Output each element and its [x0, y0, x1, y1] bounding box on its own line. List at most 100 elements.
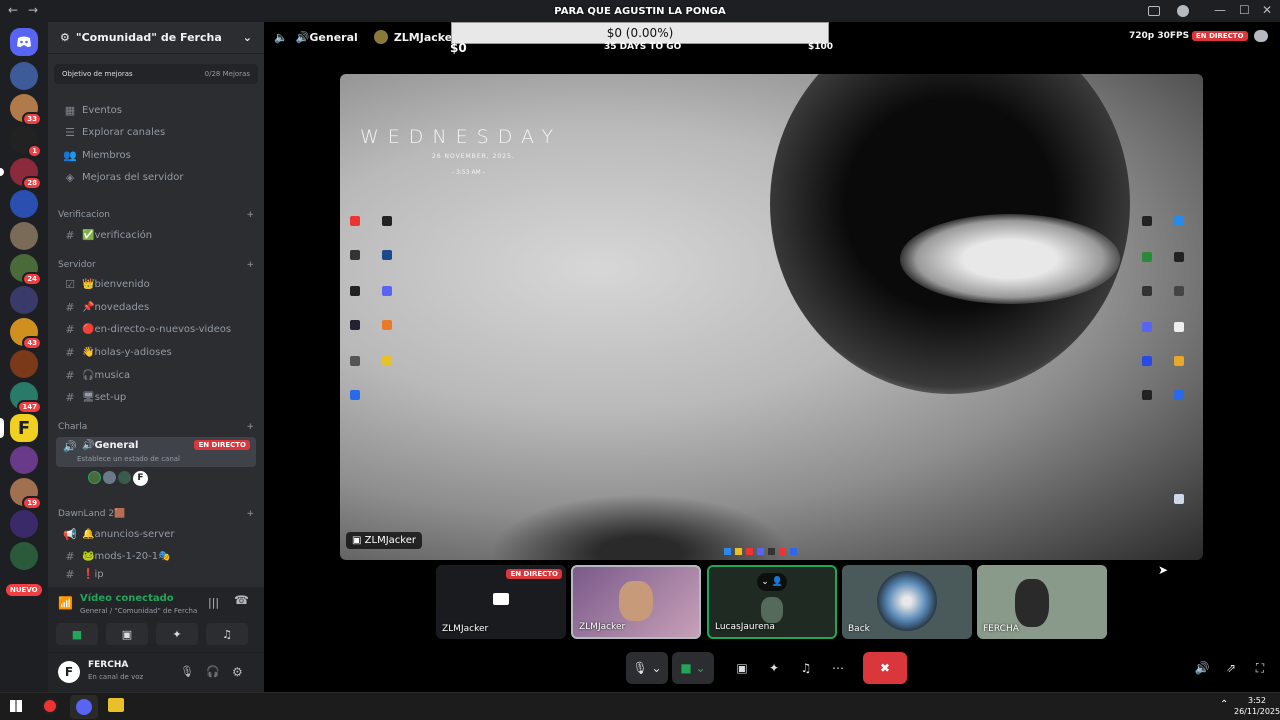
server-icon[interactable]	[10, 510, 38, 538]
goal-progress-bar: $0 (0.00%)	[451, 22, 829, 44]
server-icon[interactable]: 28	[10, 158, 42, 190]
taskbar-app-icon	[768, 548, 775, 555]
forward-arrow-icon[interactable]: →	[28, 3, 38, 17]
activities-button[interactable]: ✦	[762, 652, 786, 684]
channel-setup[interactable]: # 🖥set-up	[56, 387, 256, 407]
pop-out-icon[interactable]: ⇗	[1219, 652, 1243, 684]
screen-share-view[interactable]: WEDNESDAY 26 NOVEMBER, 2025. - 3:53 AM -	[340, 74, 1203, 560]
menu-browse-channels[interactable]: ☰ Explorar canales	[56, 122, 256, 142]
participant-avatar[interactable]	[88, 471, 101, 484]
hash-icon: #	[65, 345, 75, 359]
server-icon[interactable]	[10, 446, 38, 474]
desktop-app-icon	[350, 390, 360, 400]
close-button[interactable]: ✕	[1262, 3, 1272, 17]
settings-gear-icon[interactable]: ⚙	[232, 665, 243, 679]
server-icon[interactable]: 33	[10, 94, 42, 126]
discord-home-icon[interactable]	[10, 28, 38, 56]
add-channel-icon[interactable]: +	[246, 422, 254, 432]
participant-video	[761, 597, 783, 623]
clock-date[interactable]: 26/11/2025	[1234, 707, 1280, 716]
channel-anuncios[interactable]: 📢 🔔anuncios-server	[56, 524, 256, 544]
server-icon[interactable]	[10, 350, 38, 378]
server-icon[interactable]: 24	[10, 254, 42, 286]
more-options-icon[interactable]: ⋯	[826, 652, 850, 684]
menu-members[interactable]: 👥 Miembros	[56, 145, 256, 165]
participant-tile-stream[interactable]: EN DIRECTO ZLMJacker	[436, 565, 566, 639]
server-icon[interactable]: 1	[10, 126, 42, 158]
mute-toggle-button[interactable]: 🎙 ⌄	[626, 652, 668, 684]
camera-toggle-button[interactable]: ■ ⌄	[672, 652, 714, 684]
category-charla[interactable]: Charla +	[58, 422, 254, 432]
clock-time[interactable]: 3:52	[1248, 696, 1266, 705]
file-explorer-icon[interactable]	[108, 698, 124, 712]
minimize-button[interactable]: —	[1214, 3, 1226, 17]
category-verificacion[interactable]: Verificacion +	[58, 210, 254, 220]
boost-goal-bar[interactable]: Objetivo de mejoras 0/28 Mejoras	[54, 64, 258, 84]
taskbar-app-icon[interactable]	[42, 698, 58, 714]
participant-tile-camera[interactable]: FERCHA	[977, 565, 1107, 639]
add-channel-icon[interactable]: +	[246, 210, 254, 220]
server-icon[interactable]: 19	[10, 478, 42, 510]
back-arrow-icon[interactable]: ←	[8, 3, 18, 17]
desktop-app-icon	[1174, 356, 1184, 366]
signal-icon[interactable]: 📶	[58, 596, 73, 610]
fullscreen-icon[interactable]: ⛶	[1248, 652, 1272, 684]
fercha-server-icon[interactable]: F	[10, 414, 38, 442]
server-icon[interactable]	[10, 62, 38, 90]
chat-bubble-icon[interactable]	[1254, 30, 1268, 42]
shared-taskbar	[724, 548, 797, 555]
menu-boosts[interactable]: ◈ Mejoras del servidor	[56, 167, 256, 187]
noise-suppression-icon[interactable]: |||	[208, 596, 219, 609]
participant-tile-avatar[interactable]: Back	[842, 565, 972, 639]
channel-holas[interactable]: # 👋holas-y-adioses	[56, 342, 256, 362]
participant-avatar[interactable]: F	[133, 471, 148, 486]
headphones-icon[interactable]: 🎧	[206, 665, 220, 678]
inbox-icon[interactable]	[1148, 6, 1160, 16]
camera-button[interactable]: ■	[56, 623, 98, 645]
server-header[interactable]: ⚙ "Comunidad" de Fercha ⌄	[48, 22, 264, 54]
channel-status-hint[interactable]: Establece un estado de canal	[77, 455, 180, 463]
add-channel-icon[interactable]: +	[246, 509, 254, 519]
user-avatar[interactable]: F	[58, 661, 80, 683]
desktop-app-icon	[382, 320, 392, 330]
voice-location[interactable]: General / "Comunidad" de Fercha	[80, 607, 197, 615]
volume-icon[interactable]: 🔊	[1190, 652, 1214, 684]
disconnect-icon[interactable]: ☎	[234, 593, 249, 607]
channel-mods[interactable]: # 🐸mods-1-20-1🎭	[56, 546, 256, 566]
screen-share-button[interactable]: ▣	[730, 652, 754, 684]
participant-tile-camera[interactable]: ZLMJacker	[571, 565, 701, 639]
hash-icon: #	[65, 368, 75, 382]
server-icon[interactable]	[10, 190, 38, 218]
server-icon[interactable]	[10, 286, 38, 314]
user-options-icon[interactable]: ⌄ 👤	[757, 573, 787, 591]
server-icon[interactable]: 147	[10, 382, 42, 414]
desktop-date: 26 NOVEMBER, 2025.	[432, 153, 515, 160]
participant-tile-speaking[interactable]: ⌄ 👤 LucasJaurena	[707, 565, 837, 639]
server-icon[interactable]	[10, 542, 38, 570]
channel-bienvenido[interactable]: ☑ 👑bienvenido	[56, 274, 256, 294]
help-icon[interactable]	[1177, 5, 1189, 17]
participant-avatar[interactable]	[118, 471, 131, 484]
microphone-icon[interactable]: 🎙	[180, 665, 194, 678]
menu-events[interactable]: ▦ Eventos	[56, 100, 256, 120]
tray-chevron-icon[interactable]: ⌃	[1220, 699, 1228, 710]
channel-en-directo[interactable]: # 🔴en-directo-o-nuevos-videos	[56, 319, 256, 339]
taskbar-discord-highlight[interactable]	[70, 695, 98, 719]
server-icon[interactable]: 43	[10, 318, 42, 350]
screen-share-button[interactable]: ▣	[106, 623, 148, 645]
channel-musica[interactable]: # 🎧musica	[56, 365, 256, 385]
add-channel-icon[interactable]: +	[246, 260, 254, 270]
maximize-button[interactable]: ☐	[1239, 3, 1250, 17]
activities-button[interactable]: ✦	[156, 623, 198, 645]
soundboard-button[interactable]: ♫	[794, 652, 818, 684]
category-servidor[interactable]: Servidor +	[58, 260, 254, 270]
participant-avatar[interactable]	[103, 471, 116, 484]
disconnect-call-button[interactable]: ✖	[863, 652, 907, 684]
windows-start-icon[interactable]	[10, 700, 22, 712]
category-dawnland[interactable]: DawnLand 2🟫 +	[58, 509, 254, 519]
soundboard-button[interactable]: ♫	[206, 623, 248, 645]
channel-verificacion[interactable]: # ✅verificación	[56, 225, 256, 245]
channel-ip[interactable]: # ❗ip	[56, 568, 256, 580]
server-icon[interactable]	[10, 222, 38, 250]
channel-novedades[interactable]: # 📌novedades	[56, 297, 256, 317]
